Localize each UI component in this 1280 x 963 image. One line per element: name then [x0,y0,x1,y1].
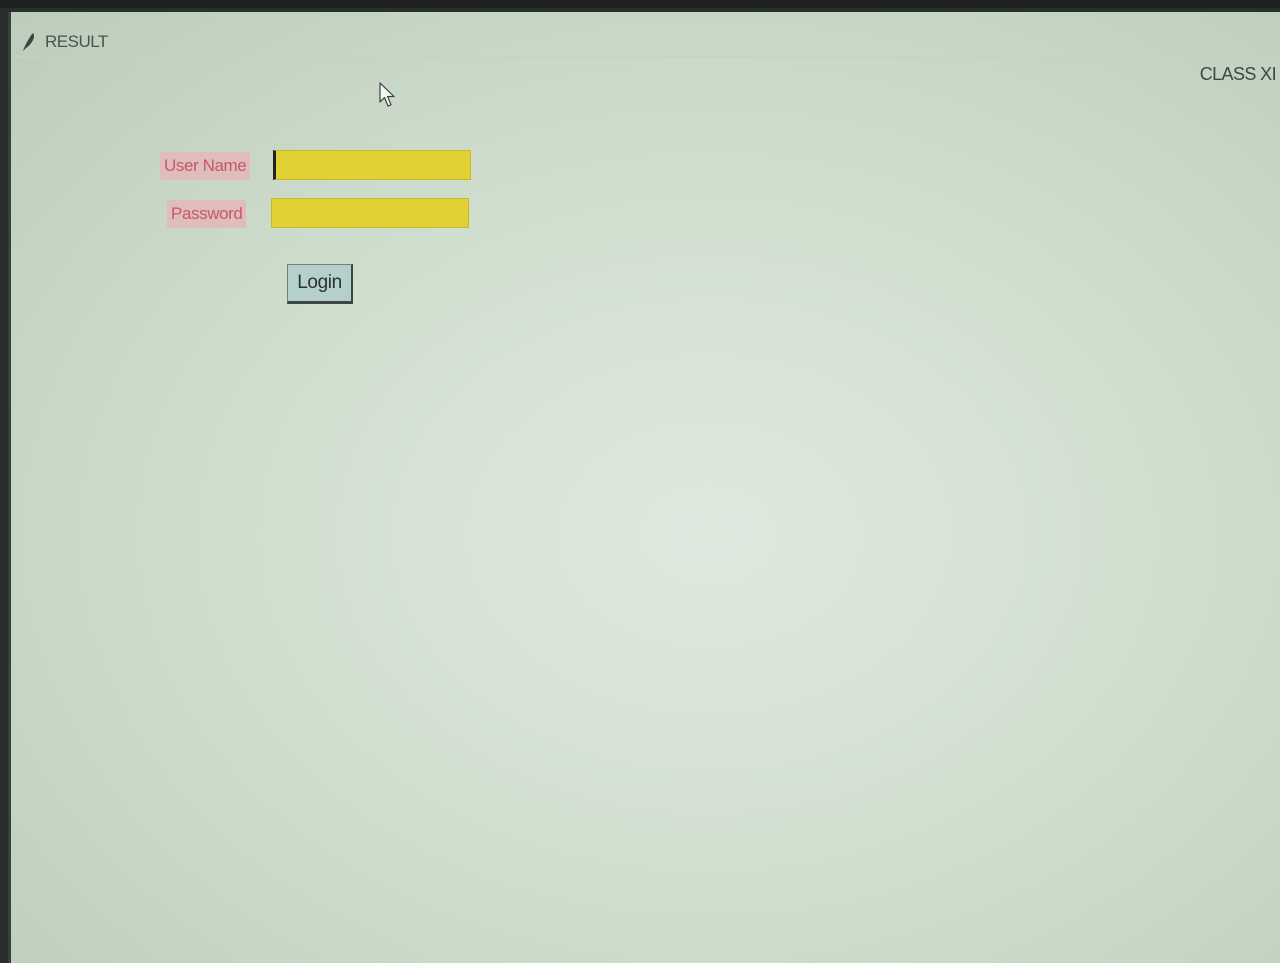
screen: RESULT CLASS XI User Name Password Login [0,0,1280,963]
password-label: Password [167,200,247,228]
app-window: RESULT CLASS XI User Name Password Login [8,12,1280,963]
password-field[interactable] [271,198,469,228]
title-bar: RESULT [11,12,1280,57]
username-label: User Name [160,152,251,180]
login-button[interactable]: Login [287,264,353,304]
window-title: RESULT [45,32,108,51]
mouse-cursor-icon [379,82,395,107]
username-field[interactable] [273,150,471,180]
class-label: CLASS XI [1199,64,1277,84]
feather-icon [23,33,35,51]
